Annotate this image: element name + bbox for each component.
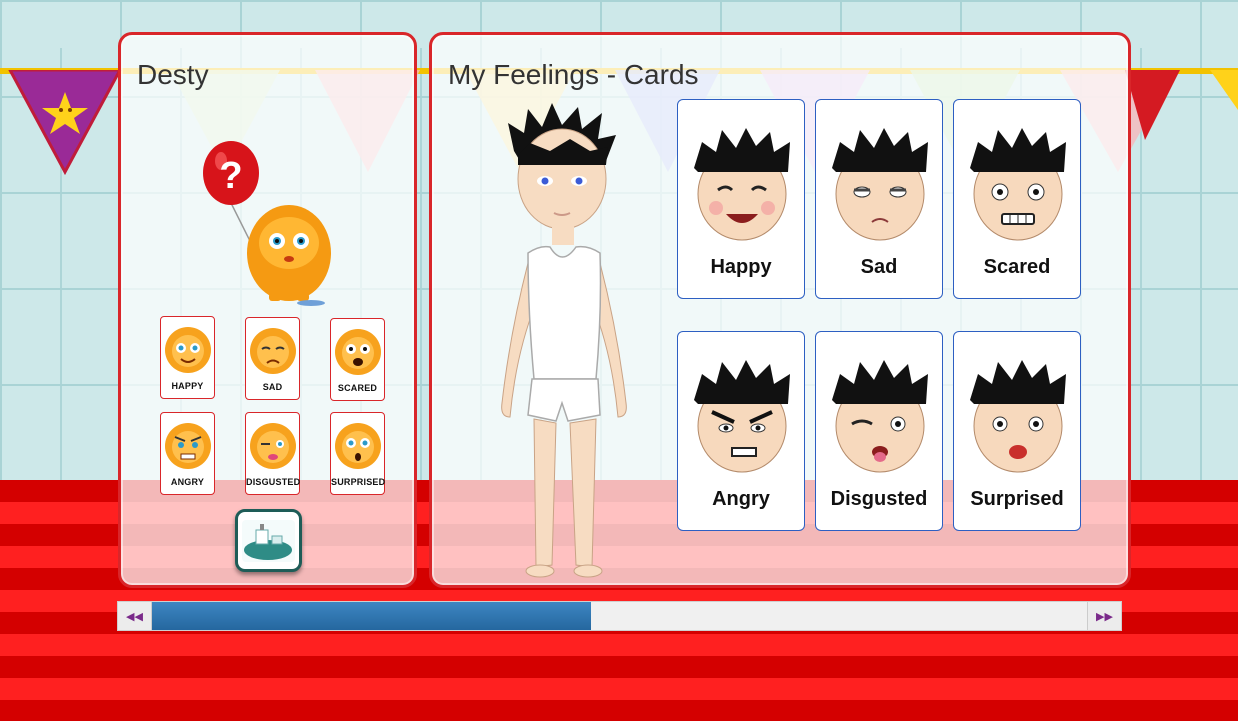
mini-card-label: HAPPY [171,381,204,391]
feeling-card-label: Surprised [970,488,1064,510]
character-panel: Desty ? HAPPY SAD SCARED ANGRY DISGUSTED… [118,32,417,588]
sad-monster-icon [250,328,296,374]
mini-card-label: ANGRY [170,477,205,487]
mini-card-surprised[interactable]: SURPRISED [330,412,385,495]
character-name: Desty [137,59,209,90]
disgusted-face-icon [832,360,928,473]
feeling-card-label: Scared [983,256,1051,278]
svg-text:?: ? [219,155,242,197]
feeling-card-scared[interactable]: Scared [953,99,1081,299]
feeling-card-label: Happy [710,256,772,278]
feelings-cards-panel: My Feelings - Cards Happy Sad Scared Ang… [429,32,1131,588]
feeling-card-sad[interactable]: Sad [815,99,943,299]
scene-button[interactable] [235,509,302,572]
feeling-card-disgusted[interactable]: Disgusted [815,331,943,531]
feeling-card-label: Disgusted [830,488,928,510]
horizontal-scrollbar[interactable]: ◀◀ ▶▶ [117,601,1122,631]
mini-card-label: SCARED [337,383,378,393]
double-chevron-left-icon[interactable]: ◀◀ [118,602,152,630]
feeling-card-surprised[interactable]: Surprised [953,331,1081,531]
orange-monster-with-question-balloon-icon[interactable]: ? [201,133,341,308]
scared-face-icon [970,128,1066,241]
mini-card-angry[interactable]: ANGRY [160,412,215,495]
mini-card-label: SAD [262,382,283,392]
mini-card-label: SURPRISED [331,477,386,487]
happy-monster-icon [165,327,211,373]
scroll-thumb[interactable] [152,602,591,630]
feeling-card-label: Sad [860,256,898,278]
feeling-card-angry[interactable]: Angry [677,331,805,531]
mini-card-disgusted[interactable]: DISGUSTED [245,412,300,495]
sad-face-icon [832,128,928,241]
disgusted-monster-icon [250,423,296,469]
mini-card-label: DISGUSTED [246,477,301,487]
activity-title: My Feelings - Cards [448,59,699,90]
mini-card-scared[interactable]: SCARED [330,318,385,401]
surprised-face-icon [970,360,1066,473]
surprised-monster-icon [335,423,381,469]
double-chevron-right-icon[interactable]: ▶▶ [1087,602,1121,630]
feeling-card-happy[interactable]: Happy [677,99,805,299]
happy-face-icon [694,128,790,241]
angry-monster-icon [165,423,211,469]
feeling-card-label: Angry [712,488,770,510]
mini-card-happy[interactable]: HAPPY [160,316,215,399]
angry-face-icon [694,360,790,473]
landscape-scene-icon [242,520,295,562]
paper-doll-boy-icon[interactable] [490,103,640,583]
mini-card-sad[interactable]: SAD [245,317,300,400]
scared-monster-icon [335,329,381,375]
